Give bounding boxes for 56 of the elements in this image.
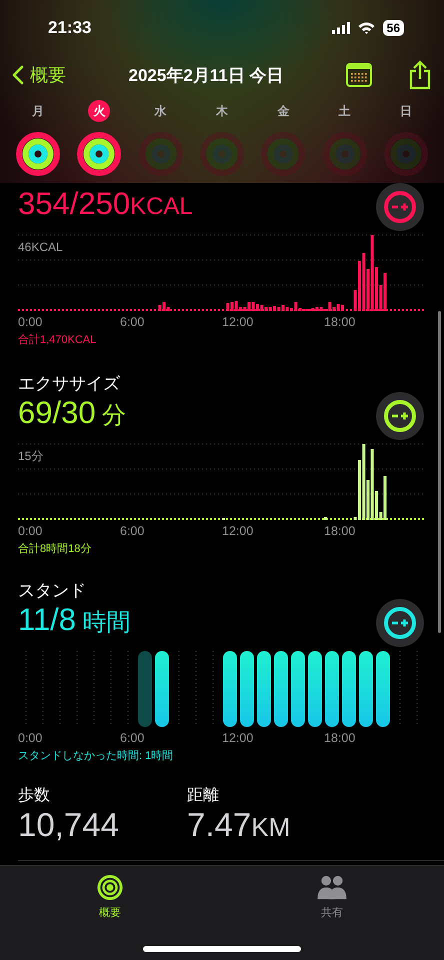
section-title: スタンド	[18, 580, 87, 602]
weekday-label[interactable]: 水	[150, 100, 172, 122]
tab-item[interactable]: 概要	[96, 874, 124, 920]
minus-plus-icon	[383, 399, 417, 433]
axis-label: 12:00	[222, 524, 254, 540]
weekday-label[interactable]: 木	[210, 100, 233, 122]
adjust-goal-button[interactable]	[376, 599, 424, 647]
axis-label: 6:00	[120, 315, 146, 331]
people-icon	[316, 874, 348, 901]
section-total: 合計8時間18分	[17, 542, 92, 556]
goal-value: 69/30 分	[18, 395, 128, 432]
weekday-label[interactable]: 月	[27, 100, 49, 122]
axis-label: 0:00	[18, 524, 44, 540]
share-icon	[408, 60, 432, 90]
weekday-label[interactable]: 土	[334, 100, 356, 122]
calendar-icon	[346, 63, 372, 88]
weekday-label[interactable]: 火	[88, 100, 110, 122]
stat-value: 10,744	[18, 806, 120, 845]
activity-rings-icon[interactable]	[14, 130, 62, 178]
axis-label: 18:00	[324, 731, 356, 747]
stat-label: 歩数	[18, 786, 51, 806]
battery-level: 56	[382, 20, 404, 36]
axis-label: 0:00	[18, 315, 44, 331]
status-time: 21:33	[48, 18, 92, 38]
axis-label: 18:00	[324, 524, 356, 540]
minus-plus-icon	[383, 606, 417, 640]
goal-value: 11/8 時間	[18, 602, 132, 639]
section-title: エクササイズ	[18, 373, 121, 395]
chevron-left-icon	[12, 65, 24, 86]
stat-label: 距離	[187, 786, 220, 806]
axis-label: 6:00	[120, 524, 146, 540]
back-button[interactable]: 概要	[12, 63, 66, 88]
axis-label: 0:00	[18, 731, 44, 747]
wifi-icon	[358, 22, 375, 34]
goal-value: 354/250KCAL	[18, 186, 194, 223]
chart-bar	[324, 517, 328, 520]
weekday-label[interactable]: 日	[394, 100, 417, 122]
activity-rings-icon	[96, 874, 124, 901]
axis-label: 12:00	[222, 315, 254, 331]
section-total: 合計1,470KCAL	[17, 332, 98, 347]
signal-icon	[332, 22, 350, 34]
tab-item[interactable]: 共有	[316, 874, 348, 920]
axis-label: 46KCAL	[18, 240, 63, 254]
axis-label: 6:00	[120, 731, 146, 747]
section-total: スタンドしなかった時間: 1時間	[17, 749, 174, 763]
weekday-label[interactable]: 金	[272, 100, 294, 122]
date-title: 2025年2月11日 今日	[128, 64, 284, 87]
minus-plus-icon	[383, 190, 417, 224]
axis-label: 15分	[18, 449, 44, 463]
axis-label: 12:00	[222, 731, 254, 747]
adjust-goal-button[interactable]	[376, 392, 424, 440]
share-button[interactable]	[408, 60, 432, 90]
calendar-button[interactable]	[346, 63, 372, 88]
axis-label: 18:00	[324, 315, 356, 331]
stat-value: 7.47KM	[187, 806, 292, 845]
activity-rings-icon[interactable]	[75, 130, 124, 178]
